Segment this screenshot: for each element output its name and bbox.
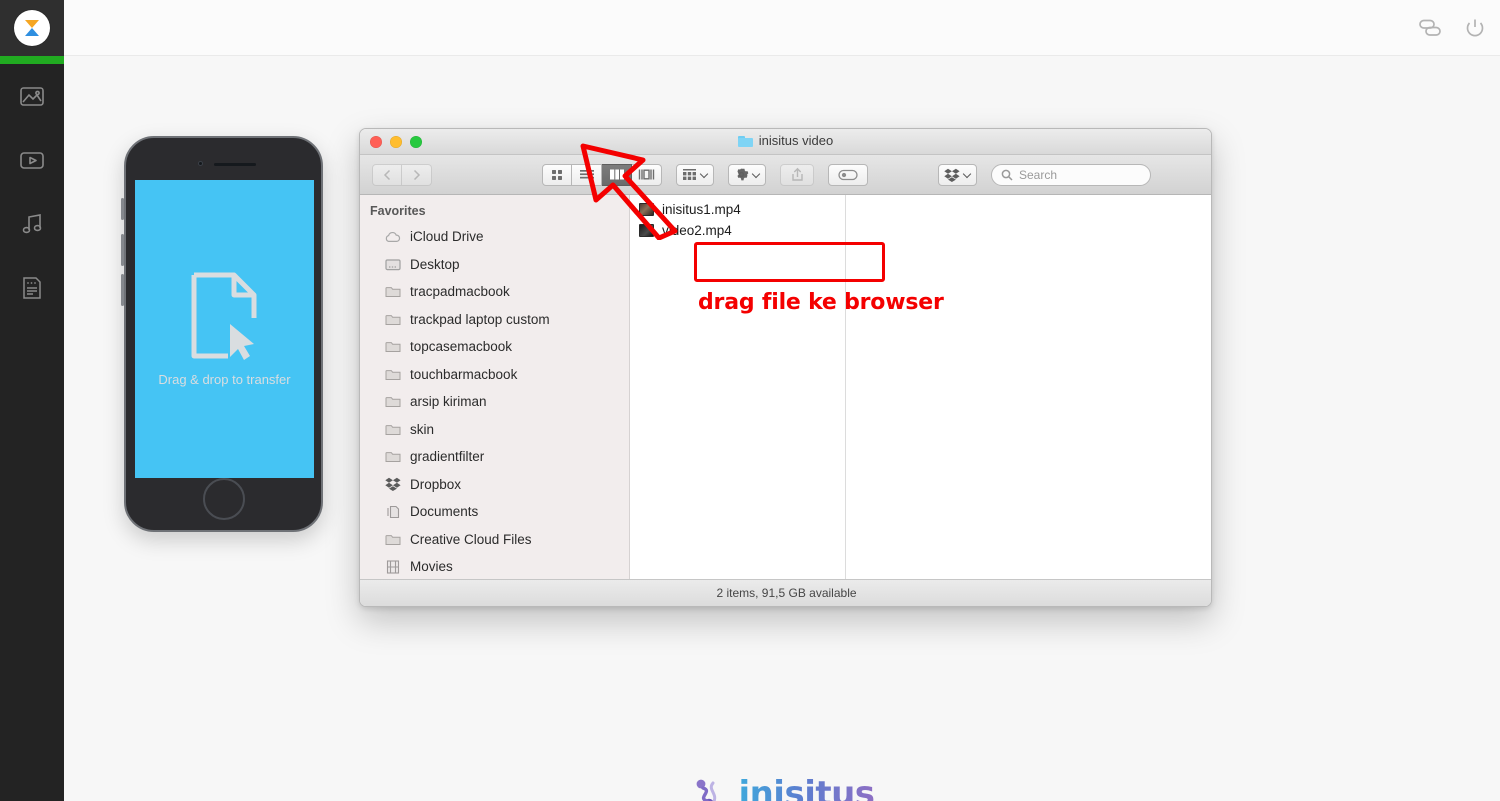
sidebar-item-documents[interactable]: Documents <box>360 498 629 526</box>
documents-icon <box>384 504 401 519</box>
finder-columns: inisitus1.mp4 video2.mp4 <box>630 195 1211 580</box>
share-button[interactable] <box>780 163 814 186</box>
phone-home-button[interactable] <box>202 478 245 520</box>
app-logo[interactable] <box>0 0 64 56</box>
phone-volume-up <box>121 234 124 266</box>
folder-icon <box>737 135 753 147</box>
cloud-icon <box>384 229 401 244</box>
gear-icon <box>737 168 749 181</box>
sidebar-item-label: topcasemacbook <box>410 339 513 355</box>
sidebar-item-label: Creative Cloud Files <box>410 531 532 547</box>
window-title: inisitus video <box>360 133 1211 148</box>
hourglass-logo-icon <box>14 10 50 46</box>
window-title-text: inisitus video <box>758 133 834 148</box>
chevron-down-icon <box>701 171 708 178</box>
folder-icon <box>384 422 401 437</box>
annotation-callout: drag file ke browser <box>698 290 944 315</box>
folder-icon <box>384 367 401 382</box>
sidebar-item-label: Dropbox <box>410 476 462 492</box>
phone-camera <box>198 161 203 166</box>
link-icon[interactable] <box>1418 17 1442 39</box>
inisitus-mark-icon <box>697 779 717 801</box>
main-stage: Drag & drop to transfer inisitus video S… <box>64 56 1500 801</box>
sidebar-item-arsip-kiriman[interactable]: arsip kiriman <box>360 388 629 416</box>
sidebar-item-label: trackpad laptop custom <box>410 311 550 327</box>
back-button[interactable] <box>372 163 402 186</box>
sidebar-item-desktop[interactable]: Desktop <box>360 251 629 279</box>
sidebar-item-movies[interactable]: Movies <box>360 553 629 580</box>
chevron-down-icon <box>964 171 971 178</box>
folder-icon <box>384 339 401 354</box>
app-root: Drag & drop to transfer inisitus video S… <box>0 0 1500 801</box>
finder-titlebar: inisitus video <box>360 129 1211 155</box>
power-icon[interactable] <box>1464 17 1486 39</box>
footer-brand: inisitus <box>64 774 1500 801</box>
sidebar-item-label: arsip kiriman <box>410 394 487 410</box>
sidebar-item-label: gradientfilter <box>410 449 485 465</box>
dropbox-icon <box>384 477 401 492</box>
sidebar-item-label: iCloud Drive <box>410 229 484 245</box>
preview-column <box>846 195 1211 580</box>
sidebar-item-label: Documents <box>410 504 479 520</box>
phone-screen-dropzone[interactable]: Drag & drop to transfer <box>135 180 314 478</box>
sidebar-item-label: touchbarmacbook <box>410 366 518 382</box>
sidebar-item-documents[interactable] <box>0 256 64 320</box>
finder-sidebar: Favorites iCloud Drive Desktop tracpadma… <box>360 195 630 580</box>
sidebar-item-videos[interactable] <box>0 128 64 192</box>
finder-toolbar: Search <box>360 155 1211 195</box>
tags-button[interactable] <box>828 163 868 186</box>
sidebar-item-label: Desktop <box>410 256 460 272</box>
search-icon <box>1001 169 1013 181</box>
action-button[interactable] <box>728 163 766 186</box>
sidebar-item-dropbox[interactable]: Dropbox <box>360 471 629 499</box>
finder-window: inisitus video Search Favorites iCloud D… <box>359 128 1212 607</box>
forward-button[interactable] <box>402 163 432 186</box>
sidebar-item-photos[interactable] <box>0 64 64 128</box>
document-cursor-icon <box>191 272 256 360</box>
dropbox-button[interactable] <box>938 163 977 186</box>
search-field[interactable]: Search <box>991 163 1151 186</box>
status-bar: 2 items, 91,5 GB available <box>360 579 1211 606</box>
brand-wordmark: inisitus <box>738 774 875 801</box>
phone-volume-down <box>121 274 124 306</box>
sidebar-item-skin[interactable]: skin <box>360 416 629 444</box>
sidebar-item-tracpadmacbook[interactable]: tracpadmacbook <box>360 278 629 306</box>
folder-icon <box>384 284 401 299</box>
top-bar <box>64 0 1500 56</box>
sidebar-item-label: Movies <box>410 559 453 575</box>
nav-buttons <box>372 163 432 186</box>
search-placeholder: Search <box>1019 167 1058 182</box>
status-text: 2 items, 91,5 GB available <box>716 586 857 600</box>
chevron-down-icon <box>753 171 760 178</box>
desktop-folder-icon <box>384 257 401 272</box>
folder-icon <box>384 312 401 327</box>
app-sidebar-rail <box>0 0 64 801</box>
finder-body: Favorites iCloud Drive Desktop tracpadma… <box>360 195 1211 580</box>
sidebar-item-label: tracpadmacbook <box>410 284 510 300</box>
sidebar-item-topcasemacbook[interactable]: topcasemacbook <box>360 333 629 361</box>
red-arrow-up-left <box>569 138 687 245</box>
movies-film-icon <box>384 559 401 574</box>
sidebar-item-music[interactable] <box>0 192 64 256</box>
sidebar-item-trackpad-laptop-custom[interactable]: trackpad laptop custom <box>360 306 629 334</box>
phone-speaker <box>214 163 256 166</box>
phone-drop-caption: Drag & drop to transfer <box>158 372 291 387</box>
icon-view-button[interactable] <box>542 163 572 186</box>
sidebar-item-touchbarmacbook[interactable]: touchbarmacbook <box>360 361 629 389</box>
sidebar-item-label: skin <box>410 421 435 437</box>
sidebar-item-creative-cloud-files[interactable]: Creative Cloud Files <box>360 526 629 554</box>
sidebar-item-gradientfilter[interactable]: gradientfilter <box>360 443 629 471</box>
folder-icon <box>384 532 401 547</box>
folder-icon <box>384 394 401 409</box>
dropbox-icon <box>944 168 960 182</box>
top-bar-actions <box>1418 0 1486 56</box>
file-column: inisitus1.mp4 video2.mp4 <box>630 195 846 580</box>
phone-mute-switch <box>121 198 124 220</box>
folder-icon <box>384 449 401 464</box>
phone-mockup: Drag & drop to transfer <box>121 136 323 532</box>
